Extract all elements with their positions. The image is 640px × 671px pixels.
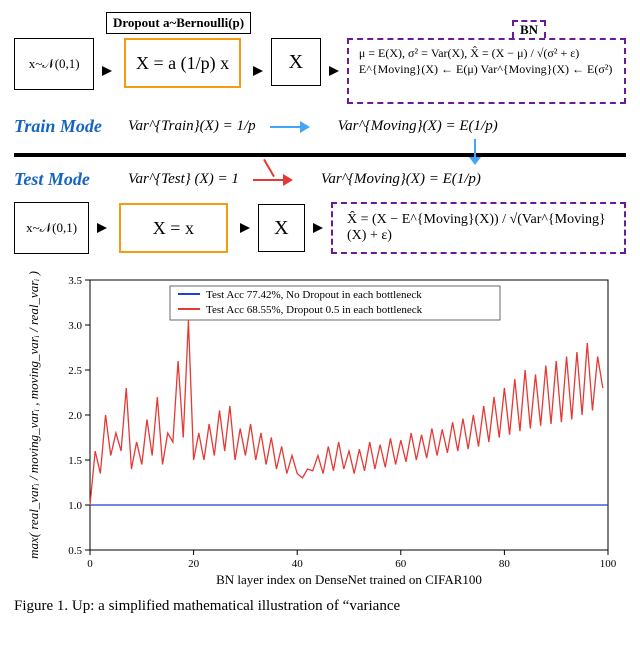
variance-ratio-chart: 0.5 1.0 1.5 2.0 2.5 3.0 3.5 0 20 40 60 80 100 Test Ac… [20,270,620,590]
svg-text:20: 20 [188,558,200,570]
svg-text:100: 100 [600,558,617,570]
test-mode-row: Test Mode Var^{Test} (X) = 1 Var^{Moving… [14,169,626,190]
svg-text:80: 80 [499,558,511,570]
svg-text:max( real_varᵢ / moving_varᵢ ,: max( real_varᵢ / moving_varᵢ , moving_va… [26,271,41,559]
svg-text:0.5: 0.5 [68,545,82,557]
train-mode-label: Train Mode [14,116,114,137]
bn-eq1: μ = E(X), σ² = Var(X), X̂ = (X − μ) / √(… [359,46,614,62]
dropout-test-box: X = x [119,203,227,253]
test-mode-label: Test Mode [14,169,114,190]
svg-text:Test Acc 77.42%, No Dropout in: Test Acc 77.42%, No Dropout in each bott… [206,289,422,301]
arrow-icon [240,223,250,233]
input-dist-box: x~𝒩(0,1) [14,202,89,254]
test-xhat-box: X̂ = (X − E^{Moving}(X)) / √(Var^{Moving… [331,202,626,254]
svg-text:40: 40 [292,558,304,570]
figure-caption: Figure 1. Up: a simplified mathematical … [14,598,626,615]
moving-var-eq: Var^{Moving}(X) = E(1/p) [338,118,498,135]
input-dist-box: x~𝒩(0,1) [14,38,94,90]
svg-text:2.0: 2.0 [68,410,82,422]
not-equal-arrow-icon [253,179,283,181]
down-arrow-icon [474,139,476,157]
dropout-train-box: X = a (1/p) x [124,38,240,88]
arrow-icon [270,126,300,128]
svg-text:1.5: 1.5 [68,455,82,467]
arrow-icon [329,66,339,76]
svg-text:3.0: 3.0 [68,320,82,332]
svg-text:1.0: 1.0 [68,500,82,512]
x-node: X [258,204,305,252]
train-mode-row: Train Mode Var^{Train}(X) = 1/p Var^{Mov… [14,116,626,137]
svg-text:Test Acc 68.55%, Dropout 0.5 i: Test Acc 68.55%, Dropout 0.5 in each bot… [206,304,423,316]
svg-text:2.5: 2.5 [68,365,82,377]
dropout-header: Dropout a~Bernoulli(p) [106,12,251,34]
svg-text:BN layer index on DenseNet tra: BN layer index on DenseNet trained on CI… [216,572,482,587]
page-root: Dropout a~Bernoulli(p) BN x~𝒩(0,1) X = a… [0,0,640,625]
train-var-eq: Var^{Train}(X) = 1/p [128,118,256,135]
arrow-icon [253,66,263,76]
bn-eq2: E^{Moving}(X) ← E(μ) Var^{Moving}(X) ← E… [359,62,614,78]
bn-box: μ = E(X), σ² = Var(X), X̂ = (X − μ) / √(… [347,38,626,104]
arrow-icon [102,66,112,76]
x-node: X [271,38,321,86]
arrow-icon [97,223,107,233]
divider-bar [14,153,626,157]
train-pipeline: x~𝒩(0,1) X = a (1/p) x X μ = E(X), σ² = … [14,38,626,104]
test-pipeline: x~𝒩(0,1) X = x X X̂ = (X − E^{Moving}(X)… [14,202,626,254]
svg-text:3.5: 3.5 [68,275,82,287]
svg-text:60: 60 [395,558,407,570]
test-var-eq: Var^{Test} (X) = 1 [128,171,239,188]
bn-tag: BN [512,20,546,38]
arrow-icon [313,223,323,233]
svg-text:0: 0 [87,558,93,570]
moving-var-eq-test: Var^{Moving}(X) = E(1/p) [321,171,481,188]
